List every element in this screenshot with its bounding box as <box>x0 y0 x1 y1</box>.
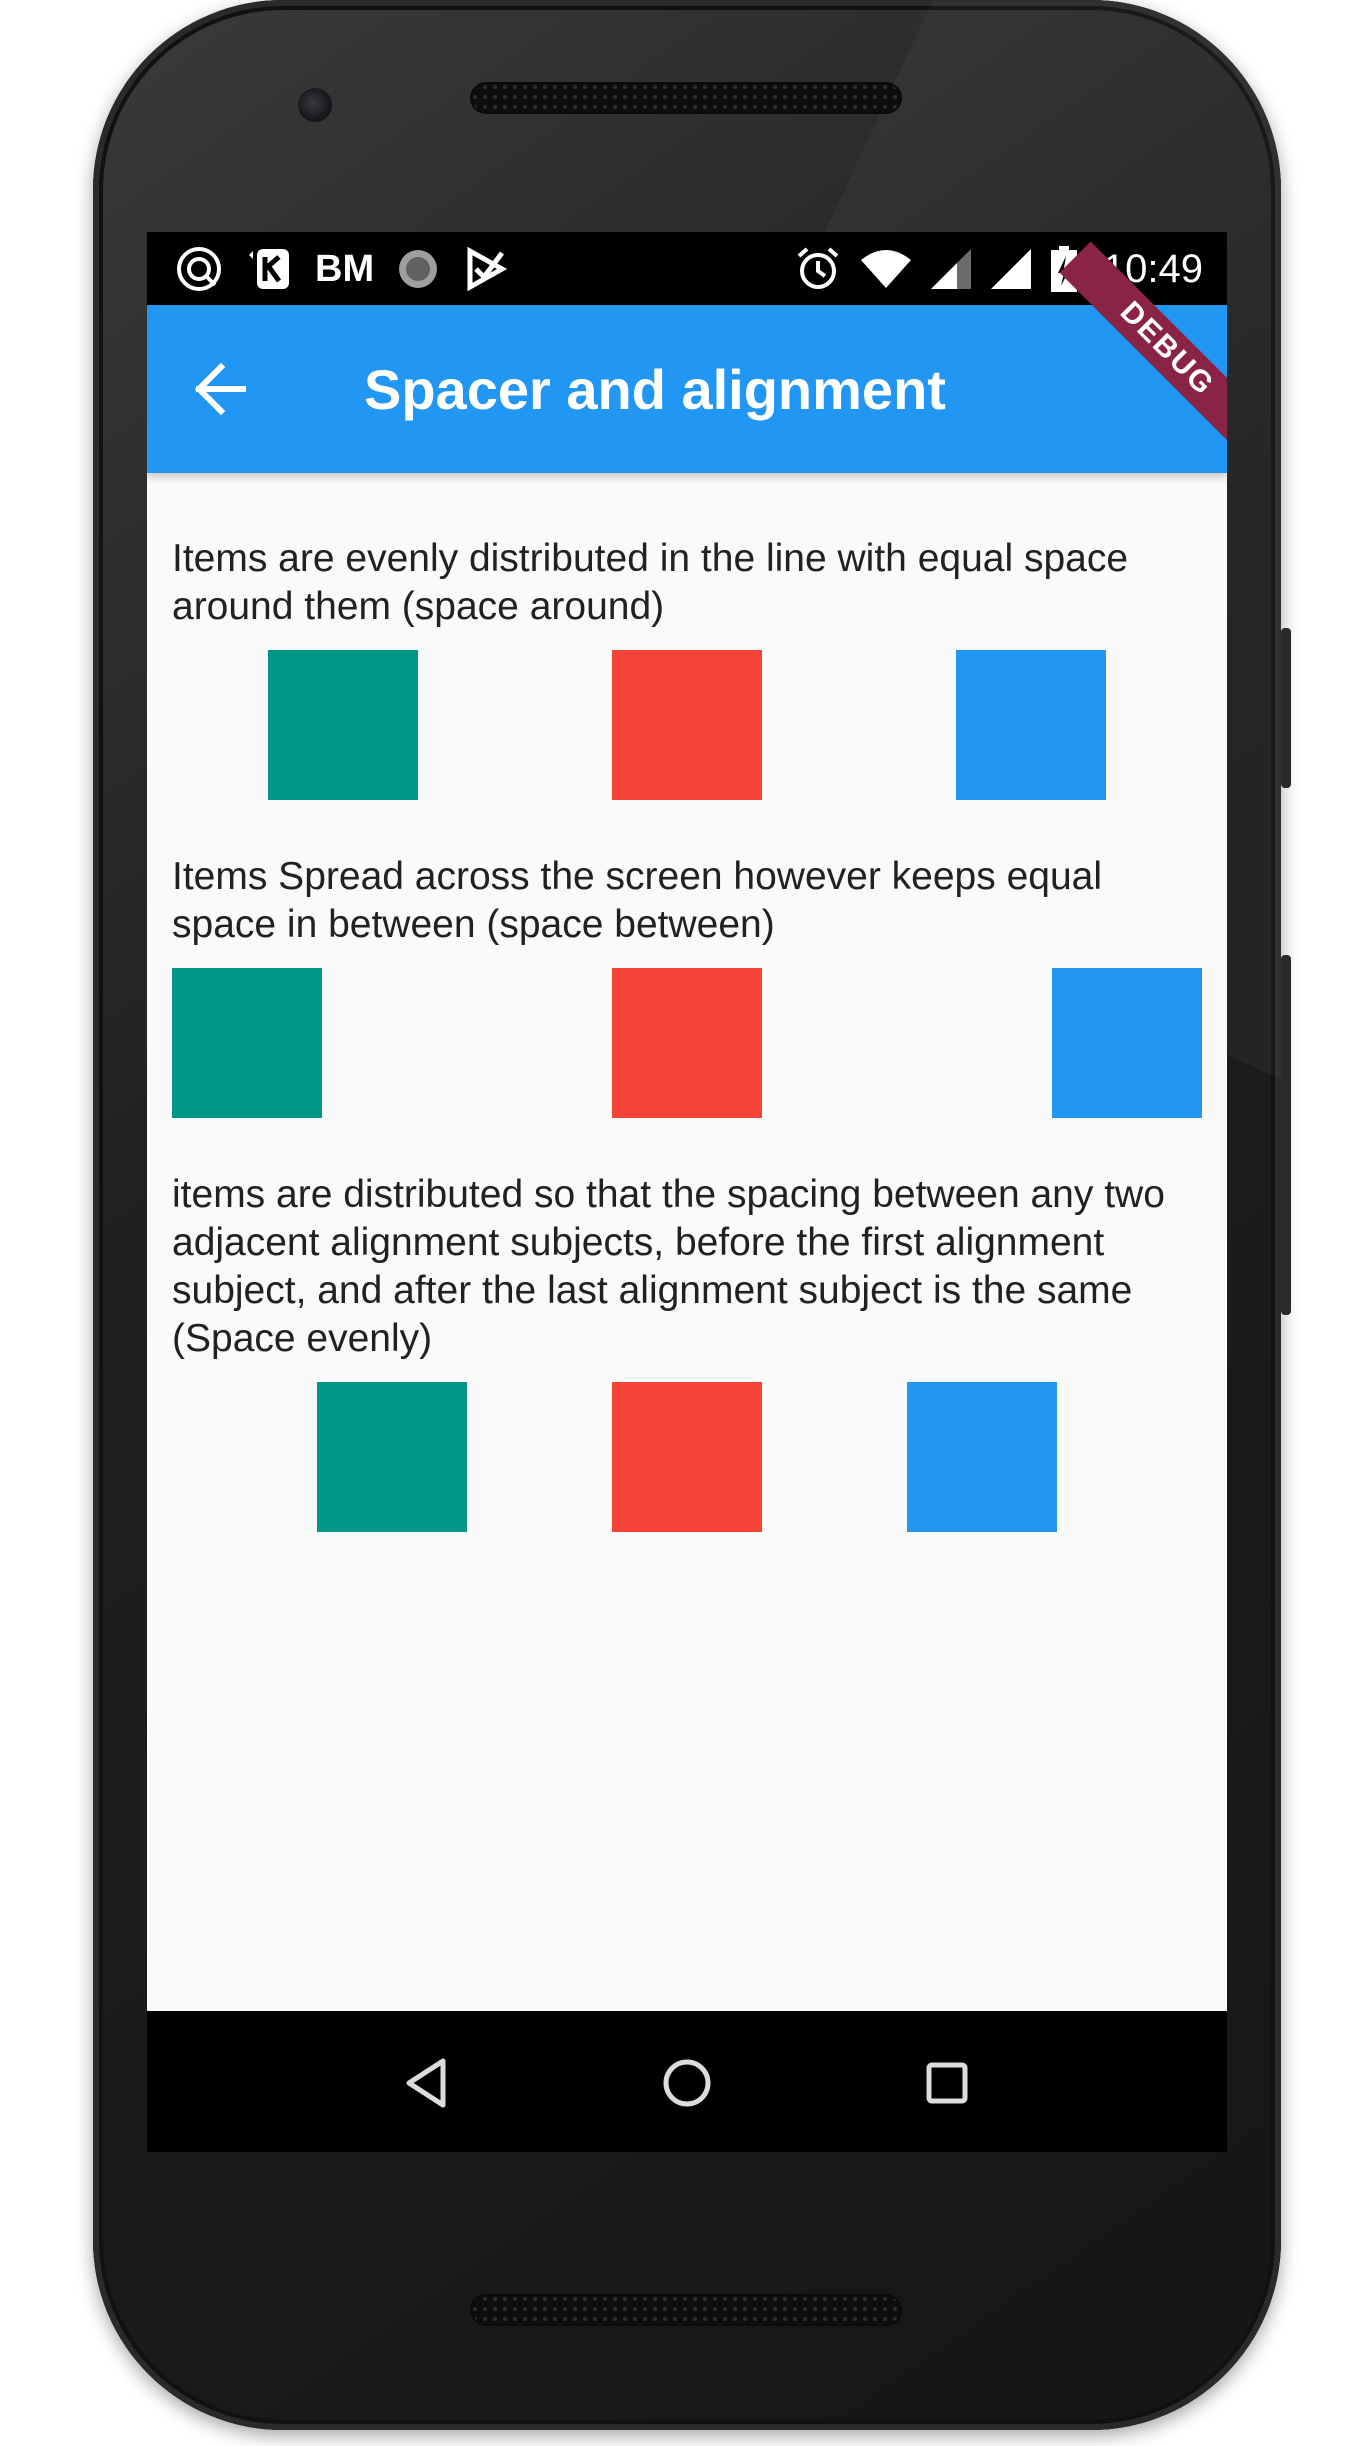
recents-square-icon[interactable] <box>915 2051 979 2115</box>
alarm-icon <box>797 247 839 289</box>
signal-icon <box>930 249 971 289</box>
app-notification-icon <box>177 247 221 291</box>
space-between-blue-box <box>1052 968 1202 1118</box>
volume-button <box>1281 955 1291 1315</box>
back-triangle-icon[interactable] <box>395 2051 459 2115</box>
k-notification-icon <box>249 249 289 289</box>
space-evenly-description: items are distributed so that the spacin… <box>172 1173 1165 1360</box>
wifi-icon <box>860 250 911 288</box>
space-evenly-teal-box <box>317 1382 467 1532</box>
power-button <box>1281 628 1291 788</box>
app-bar: Spacer and alignment DEBUG <box>147 241 1227 473</box>
arrow-back-icon[interactable] <box>191 359 251 419</box>
check-notification-icon <box>467 246 508 292</box>
navigation-bar <box>147 2011 1227 2152</box>
space-between-teal-box <box>172 968 322 1118</box>
space-between-description: Items Spread across the screen however k… <box>172 855 1103 946</box>
loading-icon <box>399 250 438 288</box>
space-around-description: Items are evenly distributed in the line… <box>172 537 1129 628</box>
device-screen: BM 10:49 Spacer and alignment DEBUG Item… <box>147 232 1227 2152</box>
home-circle-icon[interactable] <box>655 2051 719 2115</box>
space-around-blue-box <box>956 650 1106 800</box>
front-camera <box>298 88 332 122</box>
status-carrier-text: BM <box>315 247 375 290</box>
space-around-red-box <box>612 650 762 800</box>
space-evenly-red-box <box>612 1382 762 1532</box>
page-title: Spacer and alignment <box>364 358 946 421</box>
space-evenly-blue-box <box>907 1382 1057 1532</box>
space-around-teal-box <box>268 650 418 800</box>
space-between-red-box <box>612 968 762 1118</box>
signal-full-icon <box>990 249 1031 289</box>
top-speaker <box>470 82 902 114</box>
bottom-speaker <box>470 2294 902 2326</box>
